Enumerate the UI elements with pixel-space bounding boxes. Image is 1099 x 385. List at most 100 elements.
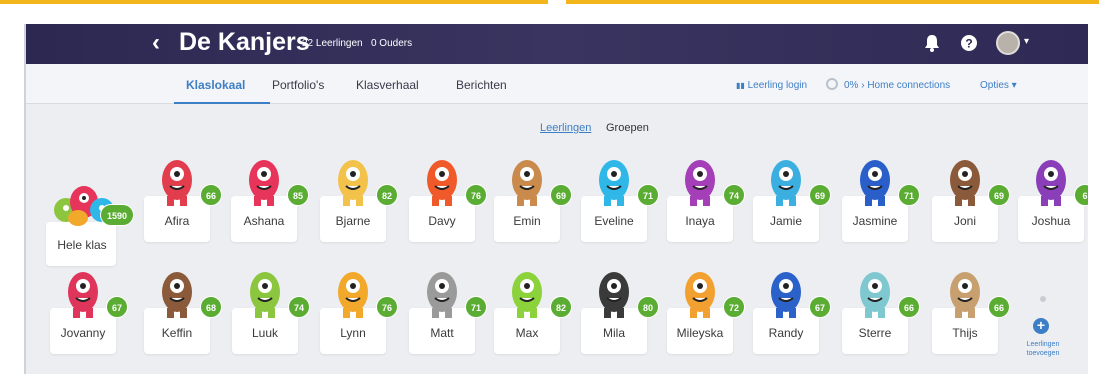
student-points-badge: 82 (376, 184, 398, 206)
add-students-label: Leerlingen toevoegen (1018, 340, 1068, 358)
student-monster-avatar-icon (685, 160, 715, 206)
add-students-button[interactable]: + Leerlingen toevoegen (1018, 286, 1074, 360)
classroom-screen: ‹ De Kanjers 22 Leerlingen 0 Ouders ? ▾ … (24, 24, 1088, 374)
student-name: Sterre (858, 326, 892, 340)
student-monster-avatar-icon (427, 160, 457, 206)
students-count: 22 Leerlingen (302, 38, 363, 49)
student-points-badge: 71 (637, 184, 659, 206)
student-login-link[interactable]: ▮▮ Leerling login (736, 80, 807, 91)
student-points-badge: 85 (287, 184, 309, 206)
student-name: Emin (513, 214, 541, 228)
tab-berichten[interactable]: Berichten (456, 78, 507, 92)
student-monster-avatar-icon (860, 272, 890, 318)
student-monster-avatar-icon (338, 160, 368, 206)
student-name: Thijs (952, 326, 978, 340)
groups-view-link[interactable]: Groepen (606, 122, 649, 134)
home-connections-link[interactable]: 0% › Home connections (844, 80, 950, 91)
student-name: Joshua (1031, 214, 1071, 228)
whole-class-points-badge: 1590 (100, 204, 134, 226)
student-monster-avatar-icon (162, 272, 192, 318)
svg-text:?: ? (965, 37, 972, 51)
back-icon[interactable]: ‹ (152, 29, 160, 57)
student-points-badge: 74 (288, 296, 310, 318)
student-monster-avatar-icon (427, 272, 457, 318)
student-name: Afira (164, 214, 190, 228)
class-title: De Kanjers (179, 28, 310, 56)
student-points-badge: 71 (465, 296, 487, 318)
tab-klasverhaal[interactable]: Klasverhaal (356, 78, 419, 92)
student-points-badge: 66 (988, 296, 1010, 318)
student-name: Lynn (340, 326, 366, 340)
more-dot-icon (1040, 296, 1046, 302)
student-points-badge: 76 (376, 296, 398, 318)
avatar[interactable] (996, 31, 1020, 55)
tab-portfolios[interactable]: Portfolio's (272, 78, 324, 92)
students-view-link[interactable]: Leerlingen (540, 122, 591, 134)
student-name: Mileyska (676, 326, 724, 340)
student-name: Bjarne (335, 214, 371, 228)
student-points-badge: 67 (809, 296, 831, 318)
tab-klaslokaal[interactable]: Klaslokaal (186, 78, 245, 92)
student-name: Mila (602, 326, 625, 340)
class-subnav: Klaslokaal Portfolio's Klasverhaal Beric… (26, 64, 1088, 104)
student-monster-avatar-icon (338, 272, 368, 318)
student-monster-avatar-icon (250, 272, 280, 318)
student-name: Max (515, 326, 539, 340)
student-name: Jasmine (852, 214, 898, 228)
student-points-badge: 66 (200, 184, 222, 206)
whole-class-label: Hele klas (57, 238, 107, 252)
student-monster-avatar-icon (1036, 160, 1066, 206)
student-points-badge: 69 (550, 184, 572, 206)
student-monster-avatar-icon (950, 272, 980, 318)
student-points-badge: 71 (898, 184, 920, 206)
avatar-menu-caret[interactable]: ▾ (1024, 36, 1029, 47)
student-monster-avatar-icon (249, 160, 279, 206)
student-name: Ashana (243, 214, 285, 228)
active-tab-indicator (174, 102, 270, 104)
student-name: Joni (953, 214, 976, 228)
bell-icon[interactable] (924, 34, 940, 57)
class-header: ‹ De Kanjers 22 Leerlingen 0 Ouders ? ▾ (26, 24, 1088, 64)
student-name: Eveline (594, 214, 634, 228)
plus-icon: + (1033, 318, 1049, 334)
add-students-line2: toevoegen (1026, 350, 1060, 357)
student-name: Jamie (769, 214, 802, 228)
student-points-badge: 74 (723, 184, 745, 206)
student-points-badge: 80 (637, 296, 659, 318)
student-monster-avatar-icon (685, 272, 715, 318)
student-login-label: Leerling login (747, 80, 808, 91)
help-icon[interactable]: ? (960, 34, 978, 57)
student-points-badge: 76 (465, 184, 487, 206)
student-name: Jovanny (60, 326, 106, 340)
student-name: Davy (428, 214, 456, 228)
student-name: Matt (430, 326, 454, 340)
student-monster-avatar-icon (860, 160, 890, 206)
student-monster-avatar-icon (599, 272, 629, 318)
top-strip-left (0, 0, 548, 4)
student-monster-avatar-icon (771, 272, 801, 318)
class-counts: 22 Leerlingen 0 Ouders (302, 38, 412, 49)
progress-ring-icon (826, 78, 838, 90)
student-monster-avatar-icon (68, 272, 98, 318)
student-monster-avatar-icon (599, 160, 629, 206)
student-monster-avatar-icon (512, 272, 542, 318)
student-name: Inaya (685, 214, 715, 228)
chart-icon: ▮▮ (736, 81, 745, 90)
top-strip-right (566, 0, 1099, 4)
parents-count: 0 Ouders (370, 38, 413, 49)
student-points-badge: 68 (200, 296, 222, 318)
student-points-badge: 72 (723, 296, 745, 318)
student-monster-avatar-icon (512, 160, 542, 206)
photo-frame: ‹ De Kanjers 22 Leerlingen 0 Ouders ? ▾ … (0, 0, 1099, 385)
student-monster-avatar-icon (771, 160, 801, 206)
add-students-line1: Leerlingen (1026, 341, 1060, 348)
student-name: Keffin (161, 326, 193, 340)
student-name: Luuk (251, 326, 279, 340)
student-monster-avatar-icon (950, 160, 980, 206)
student-points-badge: 67 (106, 296, 128, 318)
student-points-badge: 66 (898, 296, 920, 318)
student-points-badge: 82 (550, 296, 572, 318)
student-points-badge: 69 (809, 184, 831, 206)
options-menu[interactable]: Opties ▾ (980, 80, 1017, 91)
student-monster-avatar-icon (162, 160, 192, 206)
